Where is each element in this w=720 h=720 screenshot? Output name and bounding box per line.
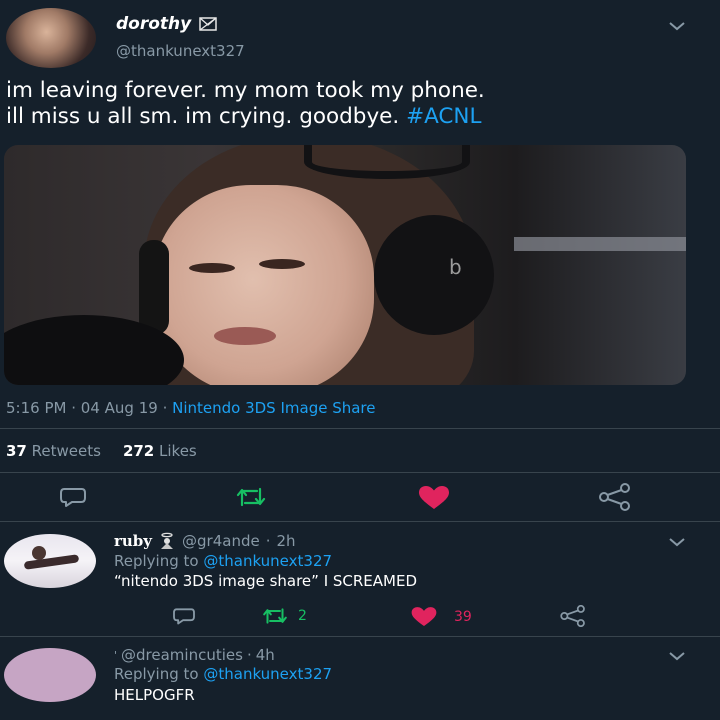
divider bbox=[0, 521, 720, 522]
retweet-icon bbox=[263, 608, 287, 624]
reply-text: HELPOGFR bbox=[114, 686, 195, 704]
reply-header: ' @dreamincuties · 4h bbox=[114, 646, 275, 664]
reply-display-name[interactable]: ruby bbox=[114, 532, 152, 550]
reply-retweet-count: 2 bbox=[298, 608, 307, 624]
likes-count: 272 bbox=[122, 442, 155, 460]
tweet-stats: 37 Retweets 272 Likes bbox=[6, 442, 197, 460]
hashtag-link[interactable]: #ACNL bbox=[406, 104, 481, 129]
tweet-text: im leaving forever. my mom took my phone… bbox=[6, 78, 706, 130]
author-name-row: dorothy bbox=[116, 14, 217, 34]
reply-header: ruby @gr4ande · 2h bbox=[114, 532, 296, 550]
heart-icon bbox=[411, 607, 437, 627]
reply-icon[interactable] bbox=[171, 606, 197, 626]
tweet-date: 04 Aug 19 bbox=[80, 399, 158, 417]
meta-separator: · bbox=[162, 399, 173, 417]
heart-icon[interactable] bbox=[417, 485, 451, 511]
divider bbox=[0, 472, 720, 473]
retweets-label: Retweets bbox=[31, 442, 101, 460]
share-icon[interactable] bbox=[597, 483, 633, 511]
reply-age: 2h bbox=[276, 532, 296, 550]
tweet-text-line-2-body: ill miss u all sm. im crying. goodbye. bbox=[6, 104, 400, 129]
angel-emoji-icon bbox=[161, 532, 174, 549]
retweets-stat[interactable]: 37 Retweets bbox=[6, 442, 101, 460]
tweet-time: 5:16 PM bbox=[6, 399, 67, 417]
tweet-photo[interactable]: b bbox=[4, 145, 686, 385]
retweets-count: 37 bbox=[6, 442, 27, 460]
reply-like-action[interactable]: 39 bbox=[410, 606, 472, 628]
reply-replying-to: Replying to @thankunext327 bbox=[114, 665, 332, 683]
reply-like-count: 39 bbox=[454, 609, 472, 625]
tweet-source[interactable]: Nintendo 3DS Image Share bbox=[172, 399, 375, 417]
likes-stat[interactable]: 272 Likes bbox=[123, 442, 197, 460]
tweet-text-line-2: ill miss u all sm. im crying. goodbye. #… bbox=[6, 104, 706, 130]
author-handle[interactable]: @thankunext327 bbox=[116, 42, 245, 60]
reply-handle[interactable]: @dreamincuties bbox=[121, 646, 243, 664]
reply-avatar[interactable] bbox=[4, 534, 96, 588]
replying-to-label: Replying to bbox=[114, 552, 199, 570]
retweet-icon[interactable] bbox=[233, 485, 269, 509]
tweet-meta: 5:16 PM · 04 Aug 19 · Nintendo 3DS Image… bbox=[6, 399, 376, 417]
reply-handle[interactable]: @gr4ande bbox=[182, 532, 260, 550]
chevron-down-icon[interactable] bbox=[668, 536, 686, 548]
replying-to-handle[interactable]: @thankunext327 bbox=[203, 665, 332, 683]
reply-icon[interactable] bbox=[58, 485, 88, 509]
share-icon[interactable] bbox=[558, 605, 588, 627]
reply-retweet-action[interactable]: 2 bbox=[260, 606, 307, 626]
reply-avatar[interactable] bbox=[4, 648, 96, 702]
reply-display-name[interactable]: ' bbox=[114, 649, 117, 662]
likes-label: Likes bbox=[159, 442, 197, 460]
envelope-emoji-icon bbox=[199, 17, 217, 31]
replying-to-label: Replying to bbox=[114, 665, 199, 683]
reply-replying-to: Replying to @thankunext327 bbox=[114, 552, 332, 570]
meta-separator: · bbox=[246, 646, 252, 664]
chevron-down-icon[interactable] bbox=[668, 650, 686, 662]
divider bbox=[0, 428, 720, 429]
reply-age: 4h bbox=[255, 646, 275, 664]
divider bbox=[0, 636, 720, 637]
author-display-name[interactable]: dorothy bbox=[116, 14, 191, 34]
chevron-down-icon[interactable] bbox=[668, 20, 686, 32]
author-avatar[interactable] bbox=[6, 8, 96, 68]
tweet-text-line-1: im leaving forever. my mom took my phone… bbox=[6, 78, 485, 103]
meta-separator: · bbox=[265, 532, 271, 550]
replying-to-handle[interactable]: @thankunext327 bbox=[203, 552, 332, 570]
meta-separator: · bbox=[71, 399, 81, 417]
reply-text: “nitendo 3DS image share” I SCREAMED bbox=[114, 572, 418, 590]
